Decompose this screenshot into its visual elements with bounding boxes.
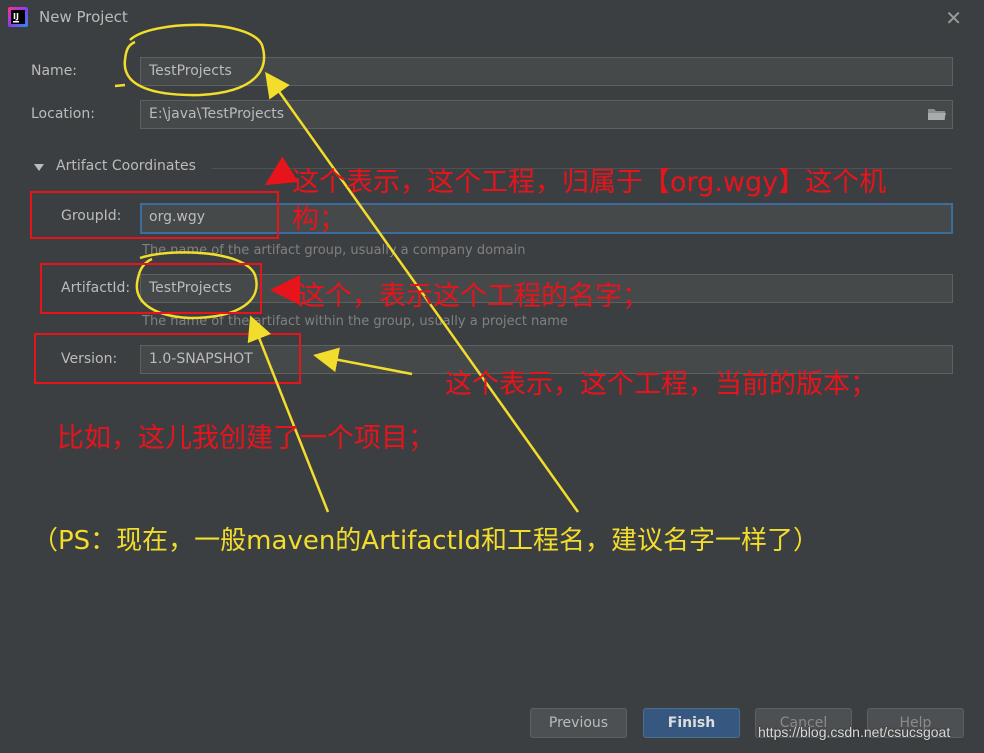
groupid-red-arrow xyxy=(264,156,299,186)
example-note: 比如，这儿我创建了一个项目； xyxy=(57,423,435,454)
groupid-highlight-box xyxy=(30,191,279,239)
artifactid-note: 这个，表示这个工程的名字； xyxy=(298,281,649,312)
groupid-note-line2: 构； xyxy=(292,204,346,235)
artifactid-highlight-circle xyxy=(135,251,258,320)
groupid-note-line1: 这个表示，这个工程，归属于【org.wgy】这个机 xyxy=(292,167,887,198)
watermark: https://blog.csdn.net/csucsgoat xyxy=(758,724,951,740)
ps-note: （PS：现在，一般maven的ArtifactId和工程名，建议名字一样了） xyxy=(32,526,819,556)
version-note: 这个表示，这个工程，当前的版本； xyxy=(445,369,877,400)
name-highlight-circle xyxy=(114,23,266,97)
version-yellow-arrow xyxy=(313,347,413,376)
artifactid-highlight-box xyxy=(40,263,262,314)
